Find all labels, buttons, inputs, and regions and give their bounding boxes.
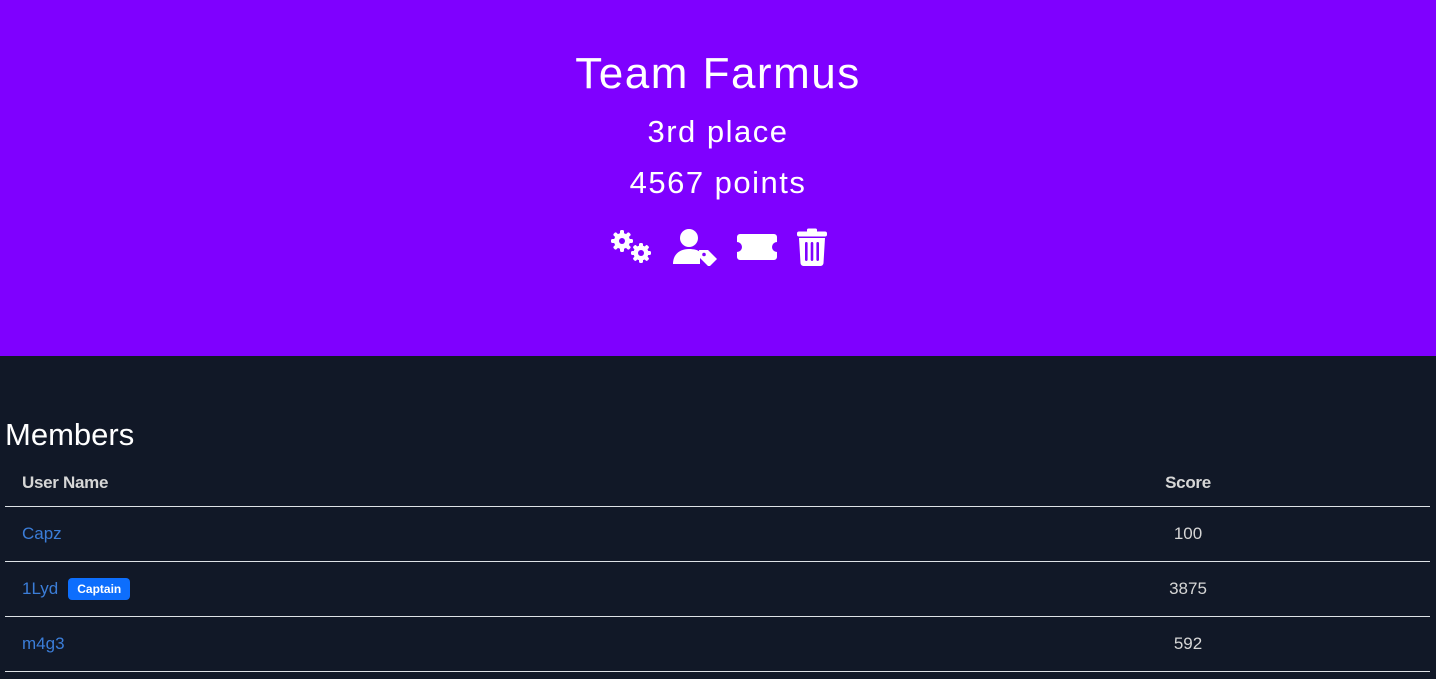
member-name-cell: 1Lyd Captain: [5, 561, 946, 617]
ticket-icon: [737, 234, 777, 260]
captain-badge: Captain: [68, 578, 131, 600]
table-row: Capz 100: [5, 506, 1430, 562]
table-header-row: User Name Score: [5, 460, 1430, 507]
team-actions: [0, 228, 1436, 266]
member-score: 3875: [946, 561, 1430, 617]
team-points: 4567 points: [629, 165, 807, 200]
member-name-cell: m4g3: [5, 616, 946, 672]
members-section: Members User Name Score Capz 100 1Lyd Cap…: [5, 410, 1430, 672]
trash-icon: [797, 228, 827, 266]
delete-team-button[interactable]: [796, 228, 828, 266]
member-link[interactable]: 1Lyd: [22, 579, 58, 598]
user-tag-icon: [673, 229, 717, 266]
member-score: 592: [946, 616, 1430, 672]
team-place: 3rd place: [647, 114, 789, 149]
member-score: 100: [946, 506, 1430, 562]
table-row: 1Lyd Captain 3875: [5, 561, 1430, 617]
gears-icon: [611, 230, 651, 263]
column-header-user-name: User Name: [5, 460, 946, 507]
member-link[interactable]: m4g3: [22, 634, 65, 653]
member-link[interactable]: Capz: [22, 524, 62, 543]
members-title: Members: [5, 417, 135, 452]
member-name-cell: Capz: [5, 506, 946, 562]
column-header-score: Score: [946, 460, 1430, 507]
captain-button[interactable]: [672, 228, 718, 266]
team-header: Team Farmus 3rd place 4567 points: [0, 0, 1436, 356]
table-row: m4g3 592: [5, 616, 1430, 672]
members-table: User Name Score Capz 100 1Lyd Captain 387…: [5, 460, 1430, 672]
team-name: Team Farmus: [575, 49, 861, 98]
settings-button[interactable]: [608, 228, 654, 266]
invite-button[interactable]: [736, 228, 778, 266]
